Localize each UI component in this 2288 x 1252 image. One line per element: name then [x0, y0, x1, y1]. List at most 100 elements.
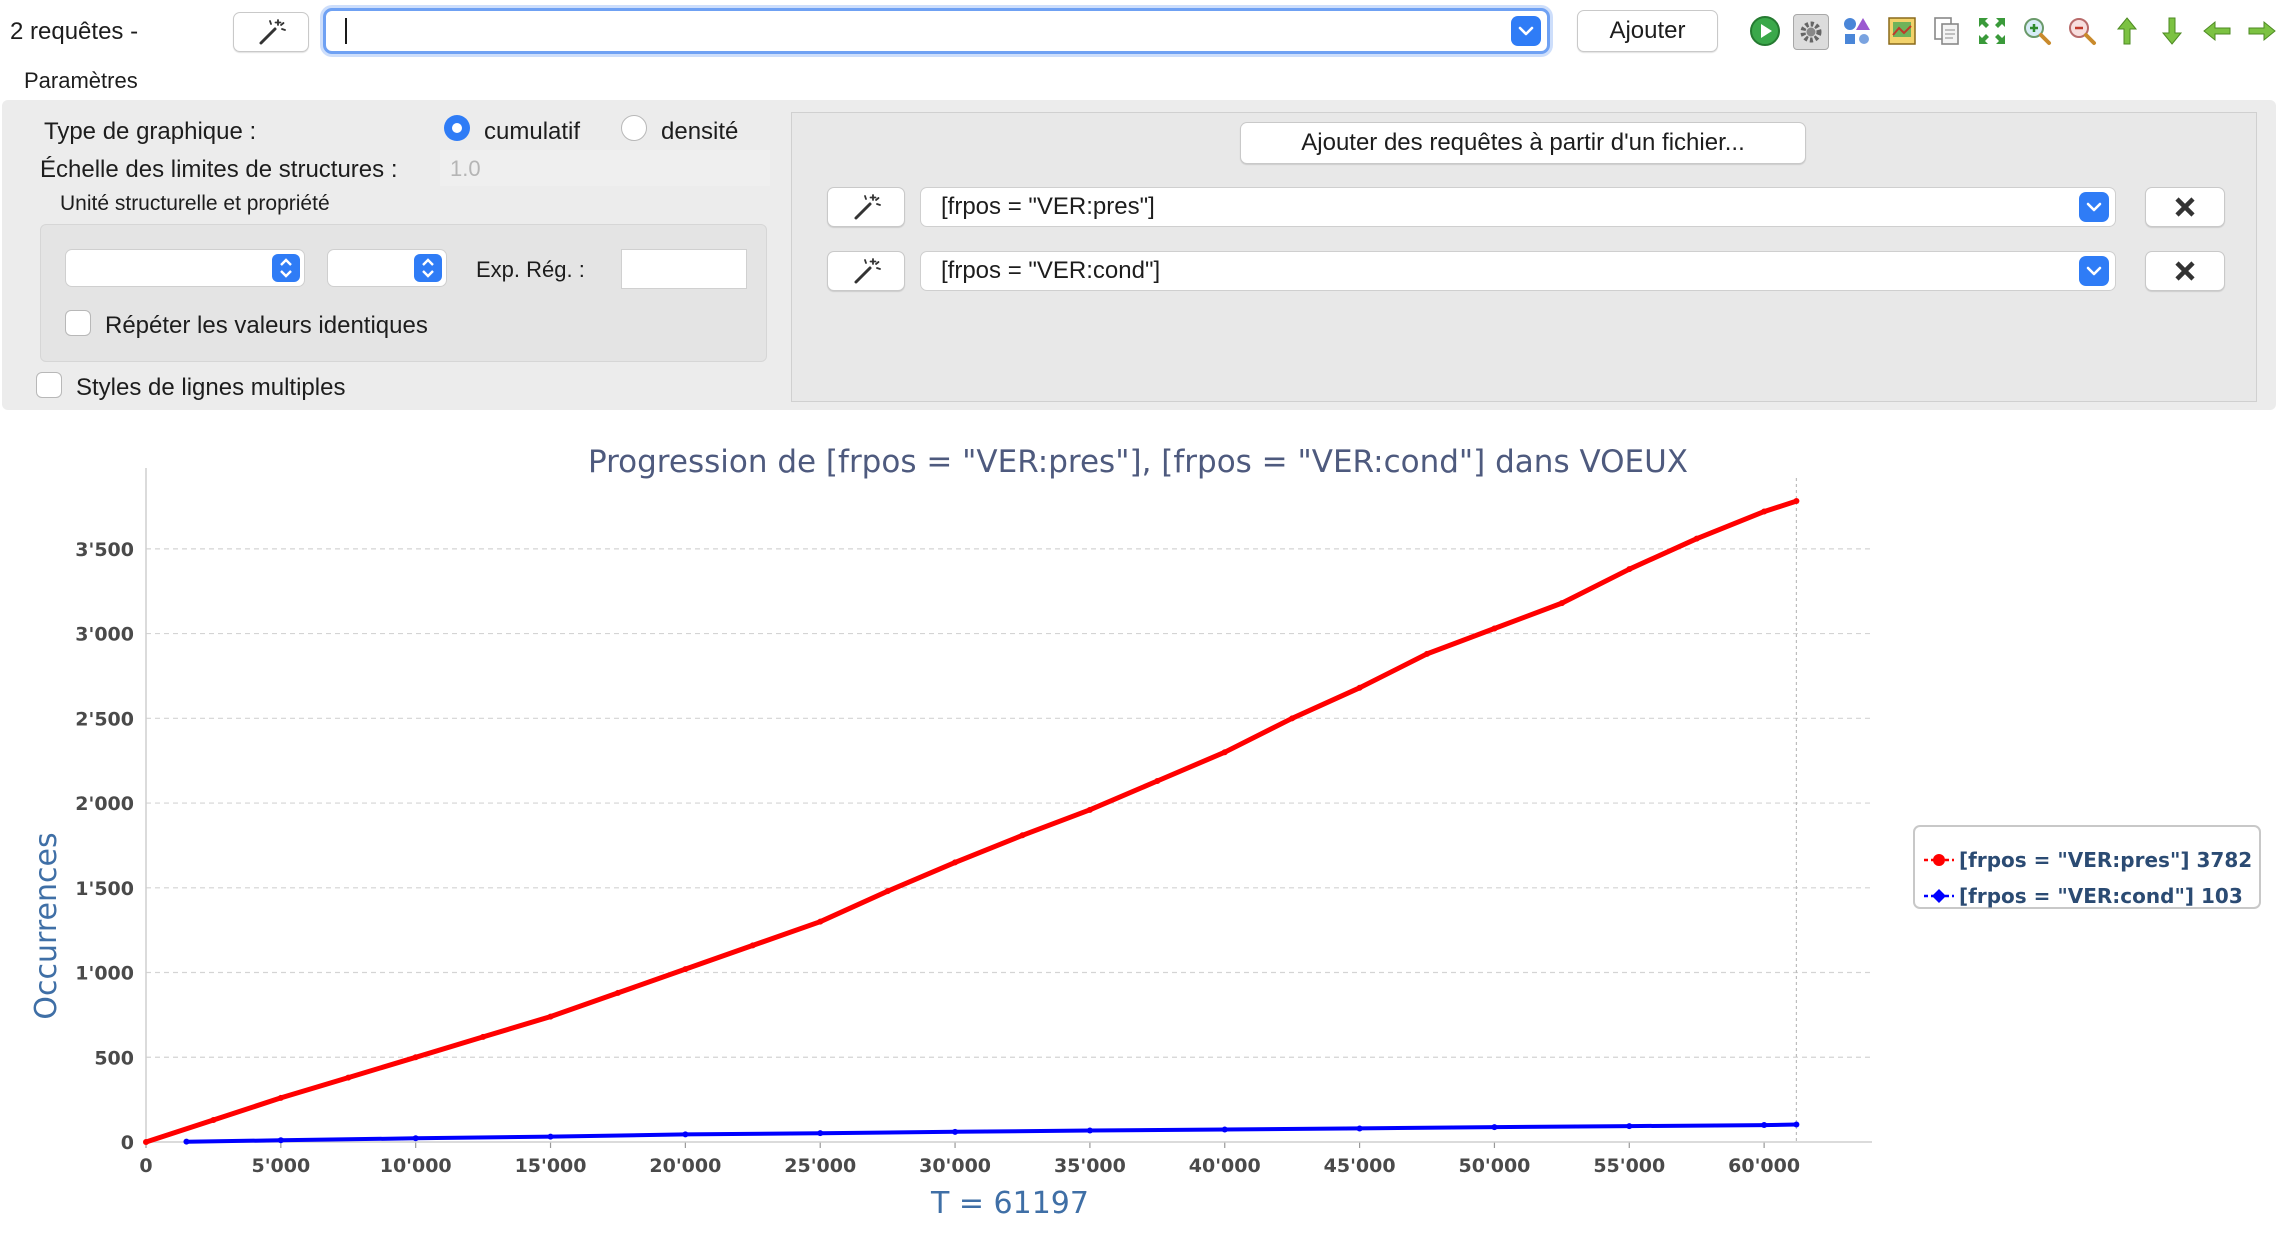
- query-count-label: 2 requêtes -: [10, 18, 139, 45]
- chevron-down-icon: [2086, 266, 2102, 276]
- query-1-dropdown[interactable]: [2079, 192, 2109, 222]
- series-point: [952, 859, 959, 866]
- series-point: [1626, 566, 1633, 573]
- series-point: [1793, 498, 1800, 505]
- export-image-icon[interactable]: [1885, 14, 1919, 48]
- close-icon: [2175, 261, 2195, 281]
- chevron-down-icon: [1518, 26, 1534, 36]
- arrow-up-icon[interactable]: [2110, 14, 2144, 48]
- wand-button[interactable]: [233, 12, 309, 52]
- series-point: [1424, 650, 1431, 657]
- x-tick-label: 60'000: [1728, 1155, 1800, 1177]
- series-point: [1019, 832, 1026, 839]
- y-tick-label: 2'500: [75, 708, 134, 730]
- params-section-label: Paramètres: [24, 68, 138, 93]
- query-2-value: [frpos = "VER:cond"]: [941, 257, 1161, 284]
- series-point: [277, 1094, 284, 1101]
- series-point: [1356, 1125, 1363, 1132]
- series-point: [345, 1074, 352, 1081]
- query-2-combo[interactable]: [frpos = "VER:cond"]: [920, 251, 2116, 291]
- query-1-remove-button[interactable]: [2145, 187, 2225, 227]
- chevron-down-icon: [2086, 202, 2102, 212]
- series-point: [183, 1138, 190, 1145]
- x-tick-label: 5'000: [251, 1155, 310, 1177]
- copy-icon[interactable]: [1930, 14, 1964, 48]
- params-panel: Type de graphique : cumulatif densité Éc…: [2, 100, 2276, 410]
- main-query-dropdown[interactable]: [1511, 16, 1541, 46]
- repeat-checkbox[interactable]: [65, 310, 91, 336]
- x-tick-label: 10'000: [380, 1155, 452, 1177]
- y-tick-label: 2'000: [75, 793, 134, 815]
- fit-icon[interactable]: [1975, 14, 2009, 48]
- arrow-left-icon[interactable]: [2200, 14, 2234, 48]
- arrow-down-icon[interactable]: [2155, 14, 2189, 48]
- repeat-label: Répéter les valeurs identiques: [105, 312, 428, 339]
- structure-property-select[interactable]: [327, 249, 447, 287]
- series-point: [1761, 508, 1768, 515]
- toolbar: 2 requêtes - Ajouter: [0, 0, 2288, 66]
- text-caret: [345, 18, 347, 44]
- query-1-wand-button[interactable]: [827, 187, 905, 227]
- add-from-file-button[interactable]: Ajouter des requêtes à partir d'un fichi…: [1240, 122, 1806, 164]
- y-axis-title: Occurrences: [29, 832, 64, 1019]
- settings-icon[interactable]: [1793, 14, 1829, 50]
- stepper-arrows-icon: [272, 254, 300, 282]
- x-tick-label: 20'000: [649, 1155, 721, 1177]
- series-line: [145, 498, 1798, 1145]
- query-2-wand-button[interactable]: [827, 251, 905, 291]
- series-point: [682, 1131, 689, 1138]
- series-point: [1221, 749, 1228, 756]
- y-tick-label: 3'500: [75, 539, 134, 561]
- series-point: [817, 1130, 824, 1137]
- series-point: [952, 1128, 959, 1135]
- x-tick-label: 30'000: [919, 1155, 991, 1177]
- toolbar-icons: [1748, 14, 2279, 50]
- stepper-arrows-icon: [414, 254, 442, 282]
- series-line: [186, 1122, 1797, 1144]
- series-point: [1793, 1121, 1800, 1128]
- arrow-right-icon[interactable]: [2245, 14, 2279, 48]
- series-point: [412, 1054, 419, 1061]
- magic-wand-icon: [854, 194, 881, 220]
- series-point: [1761, 1122, 1768, 1129]
- series-point: [1491, 1124, 1498, 1131]
- zoom-out-icon[interactable]: [2065, 14, 2099, 48]
- main-query-input[interactable]: [323, 8, 1550, 54]
- radio-density[interactable]: [621, 115, 647, 141]
- zoom-in-icon[interactable]: [2020, 14, 2054, 48]
- series-point: [547, 1013, 554, 1020]
- query-1-value: [frpos = "VER:pres"]: [941, 193, 1155, 220]
- run-icon[interactable]: [1748, 14, 1782, 48]
- x-tick-label: 40'000: [1189, 1155, 1261, 1177]
- series-point: [749, 942, 756, 949]
- query-2-dropdown[interactable]: [2079, 256, 2109, 286]
- close-icon: [2175, 197, 2195, 217]
- query-2-remove-button[interactable]: [2145, 251, 2225, 291]
- radio-cumulative[interactable]: [444, 115, 470, 141]
- multi-style-checkbox[interactable]: [36, 372, 62, 398]
- y-tick-label: 1'000: [75, 963, 134, 985]
- shapes-icon[interactable]: [1840, 14, 1874, 48]
- series-point: [480, 1033, 487, 1040]
- scale-field[interactable]: 1.0: [440, 150, 770, 186]
- structure-unit-select[interactable]: [65, 249, 305, 287]
- series-point: [682, 966, 689, 973]
- series-point: [210, 1116, 217, 1123]
- legend-label: [frpos = "VER:cond"] 103: [1959, 884, 2243, 908]
- series-point: [1154, 778, 1161, 785]
- scale-label: Échelle des limites de structures :: [40, 156, 398, 183]
- legend-label: [frpos = "VER:pres"] 3782: [1959, 848, 2252, 872]
- add-button[interactable]: Ajouter: [1577, 10, 1718, 52]
- y-tick-label: 500: [94, 1047, 134, 1069]
- series-point: [1221, 1126, 1228, 1133]
- progression-chart: Progression de [frpos = "VER:pres"], [fr…: [29, 444, 2261, 1221]
- regex-field[interactable]: [621, 249, 747, 289]
- radio-density-label: densité: [661, 118, 739, 145]
- legend-marker: [1933, 854, 1945, 866]
- legend: [frpos = "VER:pres"] 3782 [frpos = "VER:c…: [1913, 825, 2261, 909]
- x-tick-label: 50'000: [1458, 1155, 1530, 1177]
- query-1-combo[interactable]: [frpos = "VER:pres"]: [920, 187, 2116, 227]
- series-point: [1626, 1123, 1633, 1130]
- series-point: [1356, 684, 1363, 691]
- series-point: [1289, 715, 1296, 722]
